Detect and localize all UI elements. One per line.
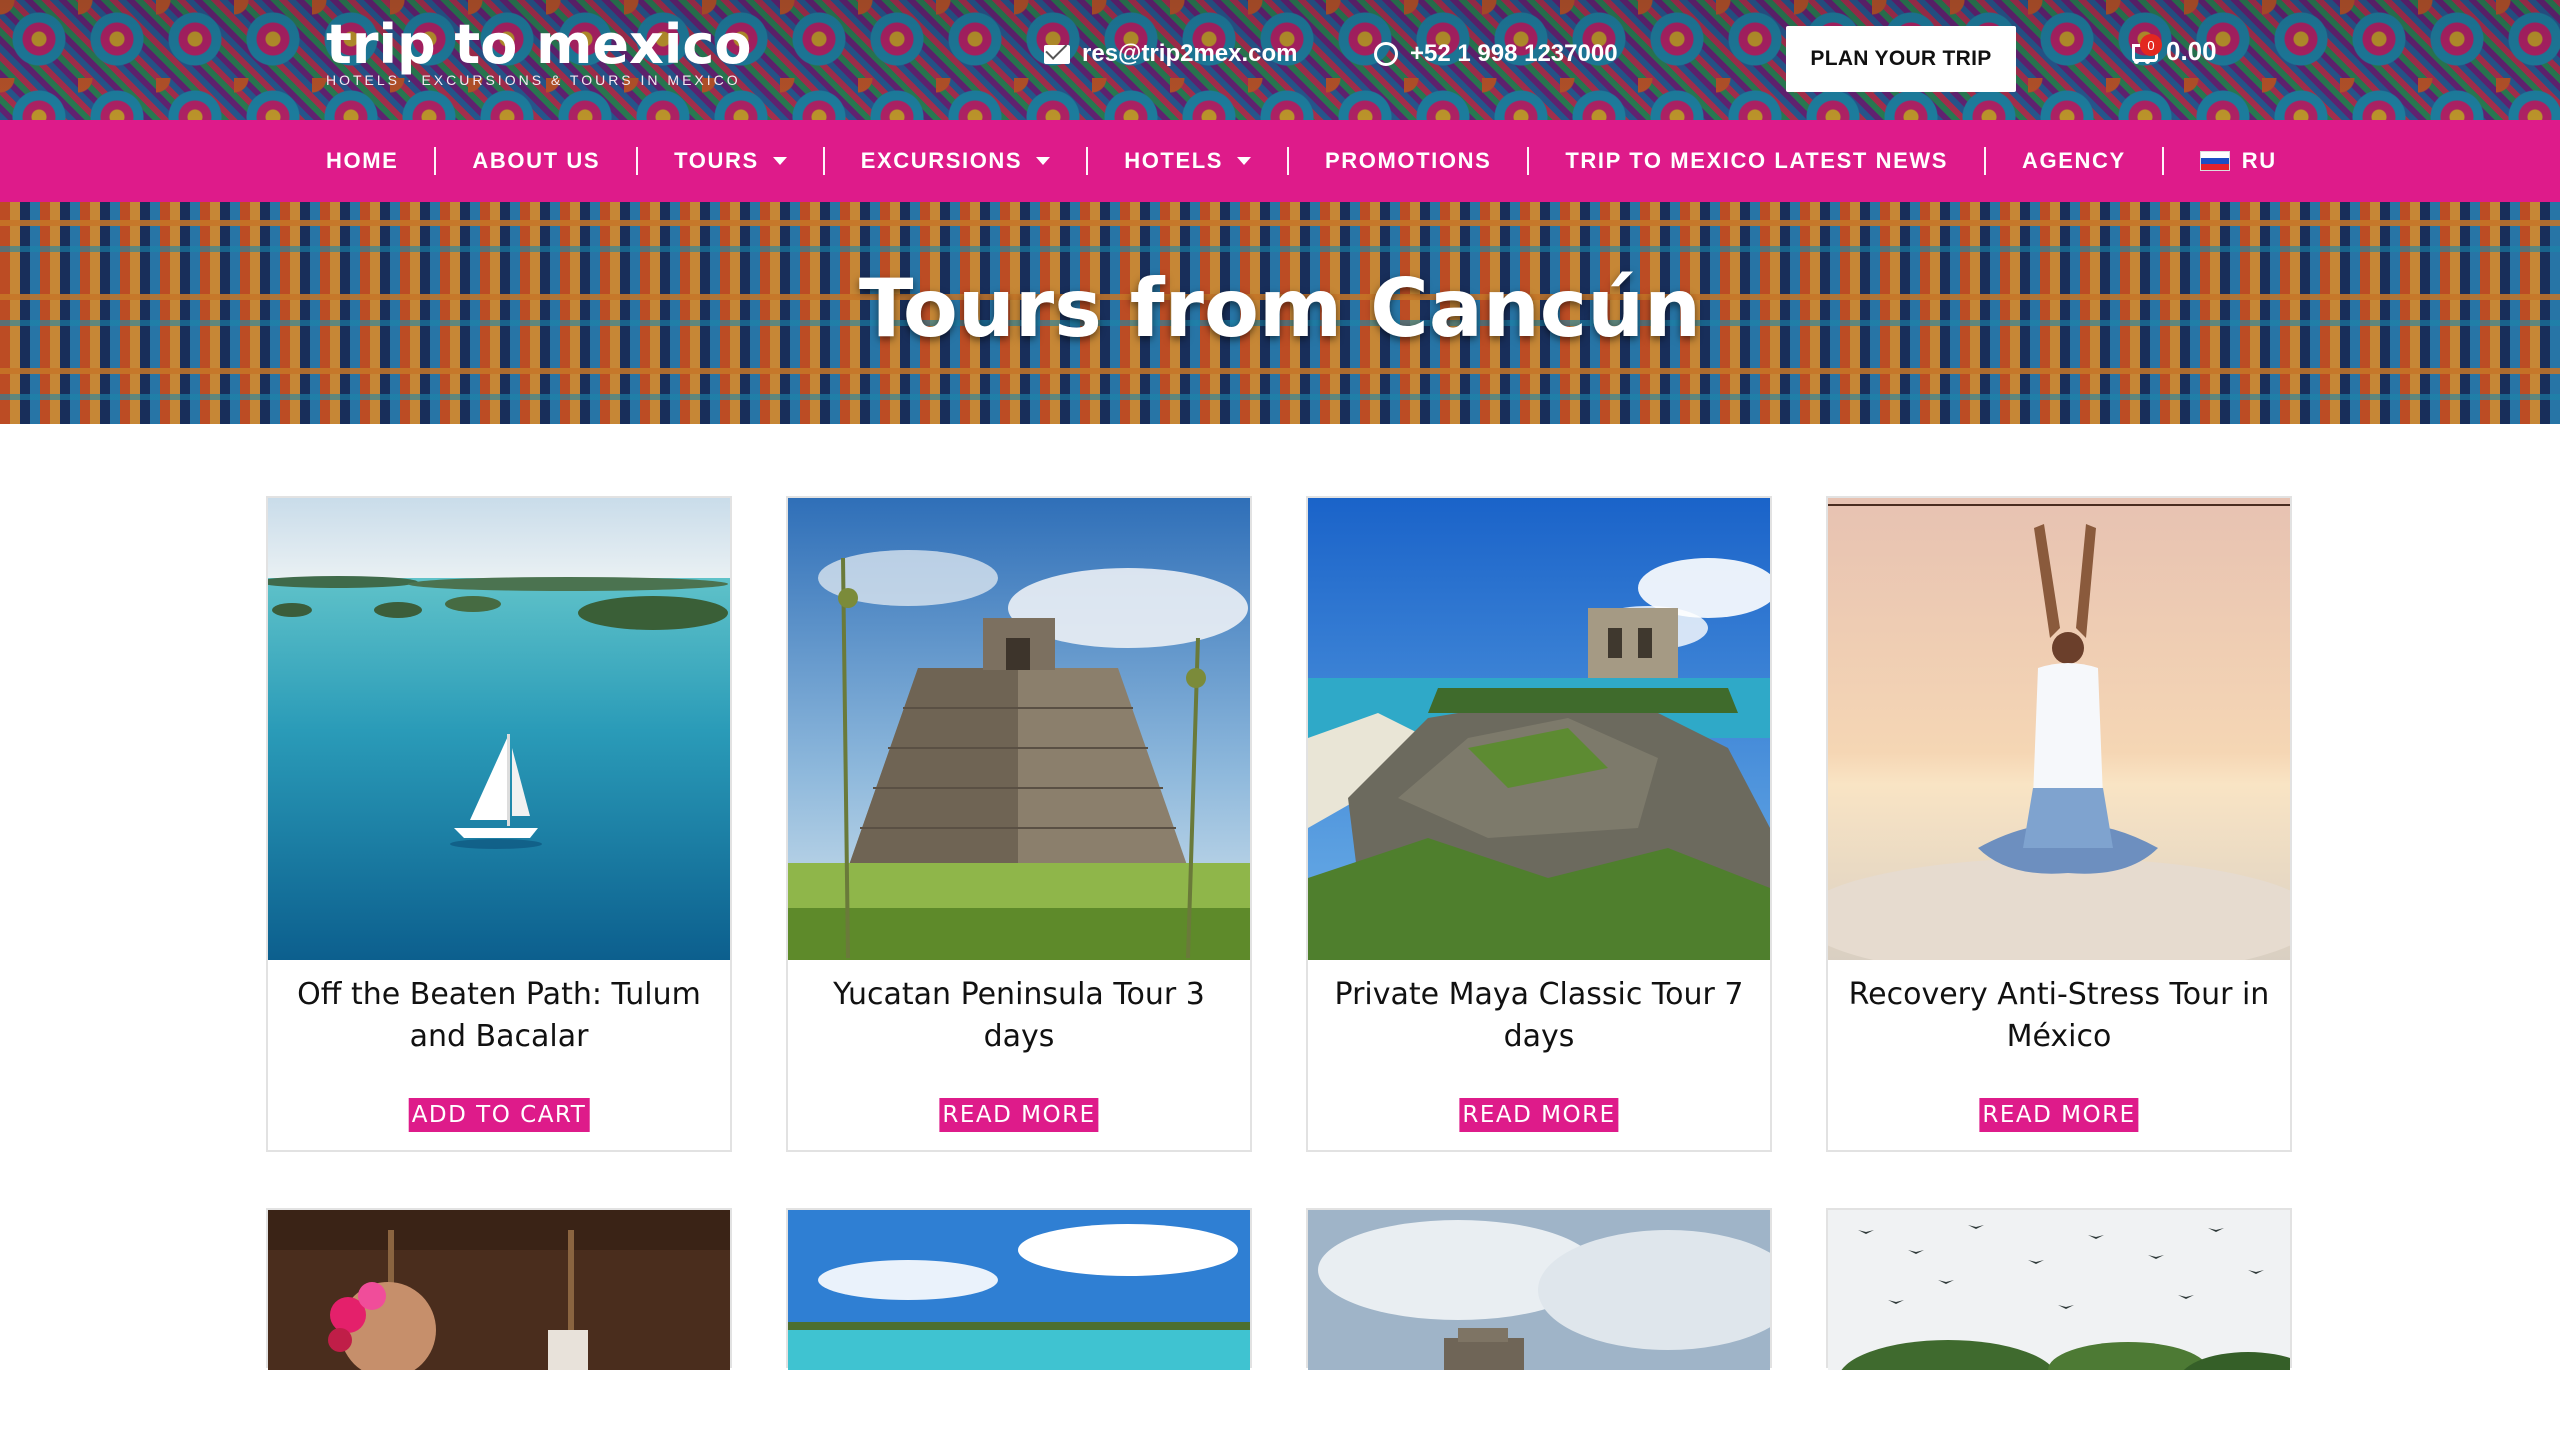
nav-item-home[interactable]: HOME bbox=[326, 148, 398, 174]
nav-item-language-ru[interactable]: RU bbox=[2199, 148, 2277, 174]
read-more-button[interactable]: READ MORE bbox=[1459, 1098, 1619, 1132]
nav-divider bbox=[822, 147, 825, 175]
logo-tagline: HOTELS · EXCURSIONS & TOURS IN MEXICO bbox=[326, 72, 741, 88]
main-navigation: HOME ABOUT US TOURS EXCURSIONS HOTELS PR… bbox=[0, 120, 2560, 202]
email-link[interactable]: res@trip2mex.com bbox=[1044, 40, 1298, 68]
caret-down-icon bbox=[772, 157, 787, 165]
site-logo[interactable]: trip to mexico HOTELS · EXCURSIONS & TOU… bbox=[326, 13, 752, 89]
product-card: Yucatan Peninsula Tour 3 days READ MORE bbox=[786, 496, 1252, 1152]
product-image-mexican-woman[interactable] bbox=[268, 1210, 730, 1370]
nav-item-hotels[interactable]: HOTELS bbox=[1124, 148, 1252, 174]
product-title[interactable]: Private Maya Classic Tour 7 days bbox=[1328, 974, 1750, 1058]
plan-your-trip-button[interactable]: PLAN YOUR TRIP bbox=[1786, 26, 2016, 92]
product-image-birds-trees[interactable] bbox=[1828, 1210, 2290, 1370]
nav-label: AGENCY bbox=[2022, 148, 2126, 173]
cart-count-badge: 0 bbox=[2140, 34, 2162, 56]
russia-flag-icon bbox=[2199, 151, 2230, 171]
nav-item-latest-news[interactable]: TRIP TO MEXICO LATEST NEWS bbox=[1565, 148, 1948, 174]
product-image-yoga-beach[interactable] bbox=[1828, 498, 2290, 960]
caret-down-icon bbox=[1237, 157, 1252, 165]
product-image-tulum-ruins[interactable] bbox=[1308, 498, 1770, 960]
nav-label: EXCURSIONS bbox=[860, 148, 1023, 173]
nav-divider bbox=[1086, 147, 1089, 175]
nav-label: HOME bbox=[326, 148, 399, 173]
product-image-bacalar-lagoon[interactable] bbox=[788, 1210, 1250, 1370]
nav-item-about-us[interactable]: ABOUT US bbox=[472, 148, 600, 174]
product-title[interactable]: Recovery Anti-Stress Tour in México bbox=[1848, 974, 2270, 1058]
product-image-lagoon-sailboat[interactable] bbox=[268, 498, 730, 960]
product-image-cloudy-ruins[interactable] bbox=[1308, 1210, 1770, 1370]
nav-item-tours[interactable]: TOURS bbox=[674, 148, 787, 174]
nav-divider bbox=[2161, 147, 2164, 175]
add-to-cart-button[interactable]: ADD TO CART bbox=[408, 1098, 590, 1132]
nav-item-promotions[interactable]: PROMOTIONS bbox=[1325, 148, 1491, 174]
product-card: Private Maya Classic Tour 7 days READ MO… bbox=[1306, 496, 1772, 1152]
nav-label: RU bbox=[2241, 148, 2277, 173]
nav-label: HOTELS bbox=[1124, 148, 1224, 173]
nav-label: PROMOTIONS bbox=[1325, 148, 1492, 173]
nav-divider bbox=[1527, 147, 1530, 175]
phone-text: +52 1 998 1237000 bbox=[1410, 40, 1618, 67]
product-title[interactable]: Yucatan Peninsula Tour 3 days bbox=[808, 974, 1230, 1058]
read-more-button[interactable]: READ MORE bbox=[1979, 1098, 2139, 1132]
cart-total: 0.00 bbox=[2166, 36, 2217, 66]
product-card: Recovery Anti-Stress Tour in México READ… bbox=[1826, 496, 2292, 1152]
page-title: Tours from Cancún bbox=[858, 262, 1702, 355]
logo-text: trip to mexico bbox=[326, 13, 752, 76]
whatsapp-icon bbox=[1374, 42, 1398, 66]
caret-down-icon bbox=[1036, 157, 1051, 165]
product-title[interactable]: Off the Beaten Path: Tulum and Bacalar bbox=[288, 974, 710, 1058]
nav-label: ABOUT US bbox=[472, 148, 601, 173]
nav-divider bbox=[1984, 147, 1986, 175]
nav-label: TRIP TO MEXICO LATEST NEWS bbox=[1565, 148, 1948, 173]
product-card bbox=[786, 1208, 1252, 1370]
product-card bbox=[1306, 1208, 1772, 1370]
envelope-icon bbox=[1044, 44, 1070, 64]
email-text: res@trip2mex.com bbox=[1082, 40, 1298, 67]
nav-item-agency[interactable]: AGENCY bbox=[2022, 148, 2126, 174]
nav-divider bbox=[434, 147, 437, 175]
nav-label: TOURS bbox=[674, 148, 759, 173]
nav-divider bbox=[1287, 147, 1290, 175]
nav-divider bbox=[636, 147, 639, 175]
product-card bbox=[266, 1208, 732, 1370]
phone-link[interactable]: +52 1 998 1237000 bbox=[1374, 40, 1618, 68]
read-more-button[interactable]: READ MORE bbox=[939, 1098, 1099, 1132]
product-image-chichen-itza[interactable] bbox=[788, 498, 1250, 960]
nav-item-excursions[interactable]: EXCURSIONS bbox=[860, 148, 1051, 174]
product-card bbox=[1826, 1208, 2292, 1370]
product-card: Off the Beaten Path: Tulum and Bacalar A… bbox=[266, 496, 732, 1152]
